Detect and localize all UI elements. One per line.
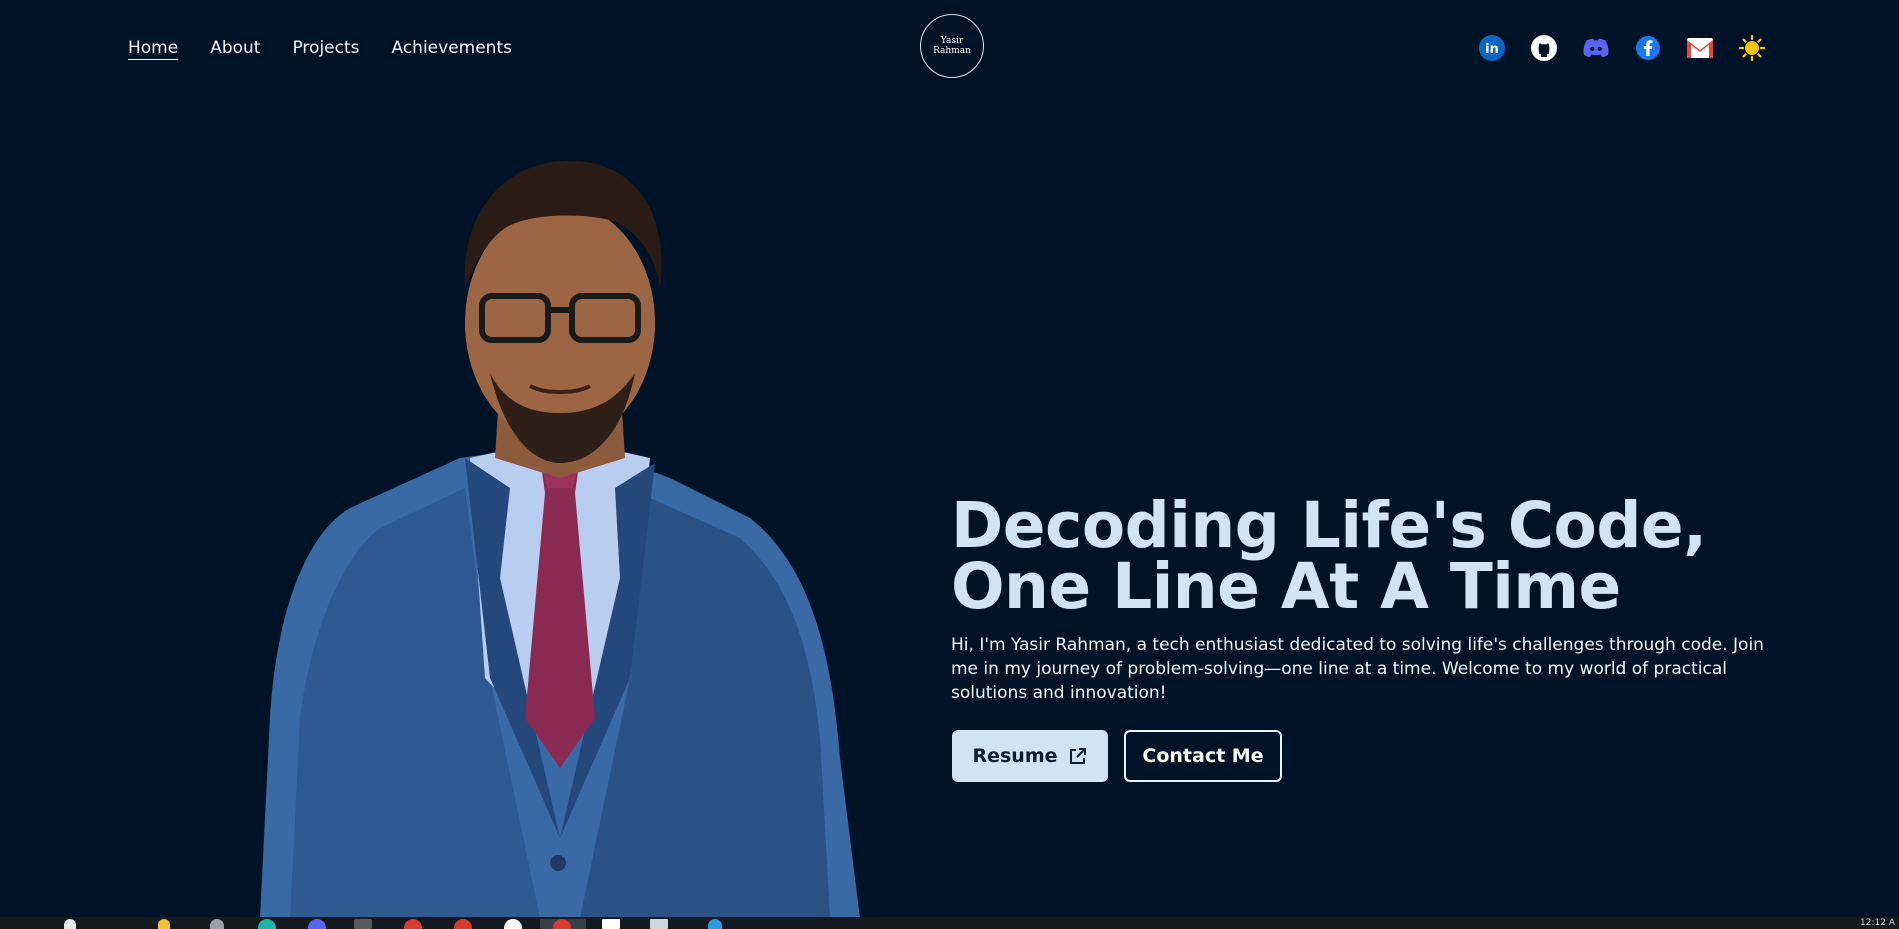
taskbar-app-icon[interactable] xyxy=(210,919,224,929)
nav-achievements[interactable]: Achievements xyxy=(392,38,512,58)
gmail-icon[interactable] xyxy=(1686,34,1714,62)
profile-portrait xyxy=(260,160,860,918)
taskbar-app-icon[interactable] xyxy=(504,919,522,929)
hero-title: Decoding Life's Code, One Line At A Time xyxy=(951,489,1811,623)
resume-button-label: Resume xyxy=(972,745,1058,767)
contact-me-button[interactable]: Contact Me xyxy=(1124,730,1282,782)
resume-button[interactable]: Resume xyxy=(952,730,1108,782)
nav-projects[interactable]: Projects xyxy=(292,38,359,58)
os-taskbar: 12:12 A xyxy=(0,917,1899,929)
sun-theme-icon[interactable] xyxy=(1738,34,1766,62)
discord-icon[interactable] xyxy=(1582,34,1610,62)
taskbar-clock: 12:12 A xyxy=(1860,918,1895,928)
taskbar-app-icon[interactable] xyxy=(708,919,722,929)
nav-about[interactable]: About xyxy=(210,38,260,58)
taskbar-app-icon[interactable] xyxy=(454,919,472,929)
hero-title-line-2: One Line At A Time xyxy=(951,550,1621,623)
social-links: in xyxy=(1478,34,1766,62)
contact-button-label: Contact Me xyxy=(1142,745,1264,767)
logo-line-2: Rahman xyxy=(933,46,971,56)
site-logo[interactable]: Yasir Rahman xyxy=(920,14,984,78)
taskbar-app-icon[interactable] xyxy=(64,919,76,929)
taskbar-app-icon[interactable] xyxy=(602,919,620,929)
logo-line-1: Yasir xyxy=(940,36,964,46)
nav-home[interactable]: Home xyxy=(128,38,178,58)
taskbar-app-icon[interactable] xyxy=(650,919,668,929)
taskbar-app-icon[interactable] xyxy=(258,919,276,929)
taskbar-app-icon[interactable] xyxy=(308,919,326,929)
taskbar-app-icon[interactable] xyxy=(354,919,372,929)
linkedin-icon[interactable]: in xyxy=(1478,34,1506,62)
main-nav: Home About Projects Achievements xyxy=(128,38,512,58)
facebook-icon[interactable] xyxy=(1634,34,1662,62)
hero-title-line-1: Decoding Life's Code, xyxy=(951,489,1707,562)
taskbar-app-icon[interactable] xyxy=(158,919,170,929)
github-icon[interactable] xyxy=(1530,34,1558,62)
svg-text:in: in xyxy=(1485,42,1499,57)
external-link-icon xyxy=(1069,748,1086,764)
taskbar-app-icon[interactable] xyxy=(404,919,422,929)
hero-description: Hi, I'm Yasir Rahman, a tech enthusiast … xyxy=(951,635,1764,703)
